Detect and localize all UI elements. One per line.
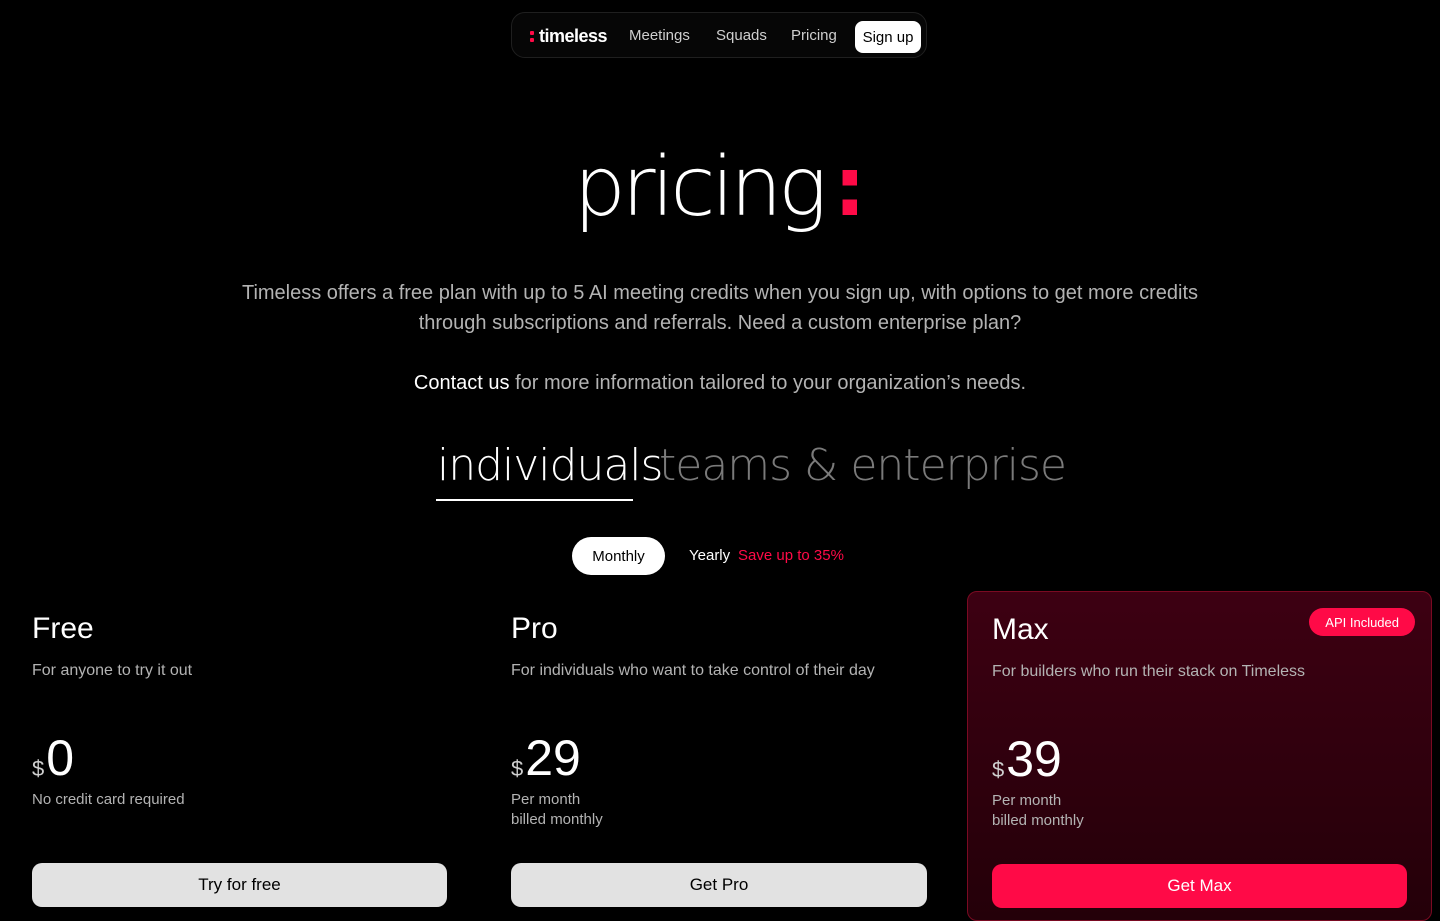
plan-name: Free xyxy=(32,612,94,645)
logo-dots-icon xyxy=(530,31,534,42)
plan-price: $ 29 xyxy=(511,730,581,786)
nav-link-squads[interactable]: Squads xyxy=(716,27,767,44)
contact-us-link[interactable]: Contact us xyxy=(414,372,510,394)
tab-teams-enterprise[interactable]: teams & enterprise xyxy=(659,440,1067,491)
price-note: Per month billed monthly xyxy=(992,791,1084,831)
get-max-button[interactable]: Get Max xyxy=(992,864,1407,908)
price-note-line2: billed monthly xyxy=(992,812,1084,829)
signup-button[interactable]: Sign up xyxy=(855,21,921,53)
title-colon-icon: : xyxy=(833,140,867,235)
price-currency: $ xyxy=(32,756,45,781)
plan-description: For individuals who want to take control… xyxy=(511,662,875,679)
contact-rest-text: for more information tailored to your or… xyxy=(509,372,1027,394)
timeless-logo[interactable]: timeless xyxy=(530,26,608,47)
price-note-line1: Per month xyxy=(992,792,1062,809)
price-note: No credit card required xyxy=(32,790,185,810)
price-note-line2: billed monthly xyxy=(511,811,603,828)
price-currency: $ xyxy=(992,757,1005,782)
price-note-line1: No credit card required xyxy=(32,791,185,808)
plan-card-max-content: Max For builders who run their stack on … xyxy=(992,613,1407,913)
try-for-free-button[interactable]: Try for free xyxy=(32,863,447,907)
logo-text: timeless xyxy=(539,26,608,46)
plan-name: Pro xyxy=(511,612,558,645)
plan-card-pro: Pro For individuals who want to take con… xyxy=(511,612,927,912)
plan-name: Max xyxy=(992,613,1049,646)
nav-link-meetings[interactable]: Meetings xyxy=(629,27,690,44)
plan-card-max: API Included Max For builders who run th… xyxy=(967,591,1432,921)
billing-yearly-toggle[interactable]: Yearly xyxy=(689,547,730,564)
page-title-text: pricing xyxy=(573,140,828,235)
price-currency: $ xyxy=(511,756,524,781)
plan-description: For builders who run their stack on Time… xyxy=(992,663,1306,680)
top-navbar: timeless Meetings Squads Pricing Sign up xyxy=(511,12,927,58)
plan-price: $ 39 xyxy=(992,731,1062,787)
price-value: 29 xyxy=(525,730,581,786)
price-note-line1: Per month xyxy=(511,791,581,808)
intro-text: Timeless offers a free plan with up to 5… xyxy=(241,282,1199,334)
price-note: Per month billed monthly xyxy=(511,790,603,830)
contact-line: Contact us for more information tailored… xyxy=(0,368,1440,398)
billing-monthly-toggle[interactable]: Monthly xyxy=(572,537,665,575)
price-value: 0 xyxy=(46,730,75,786)
nav-link-pricing[interactable]: Pricing xyxy=(791,27,837,44)
price-value: 39 xyxy=(1006,731,1062,787)
active-tab-underline xyxy=(436,499,633,501)
plan-price: $ 0 xyxy=(32,730,74,786)
get-pro-button[interactable]: Get Pro xyxy=(511,863,927,907)
plan-description: For anyone to try it out xyxy=(32,662,193,679)
plan-card-free: Free For anyone to try it out $ 0 No cre… xyxy=(32,612,447,912)
yearly-save-badge: Save up to 35% xyxy=(738,547,844,564)
tab-individuals[interactable]: individuals xyxy=(437,440,663,491)
page-title: pricing: xyxy=(0,140,1440,235)
